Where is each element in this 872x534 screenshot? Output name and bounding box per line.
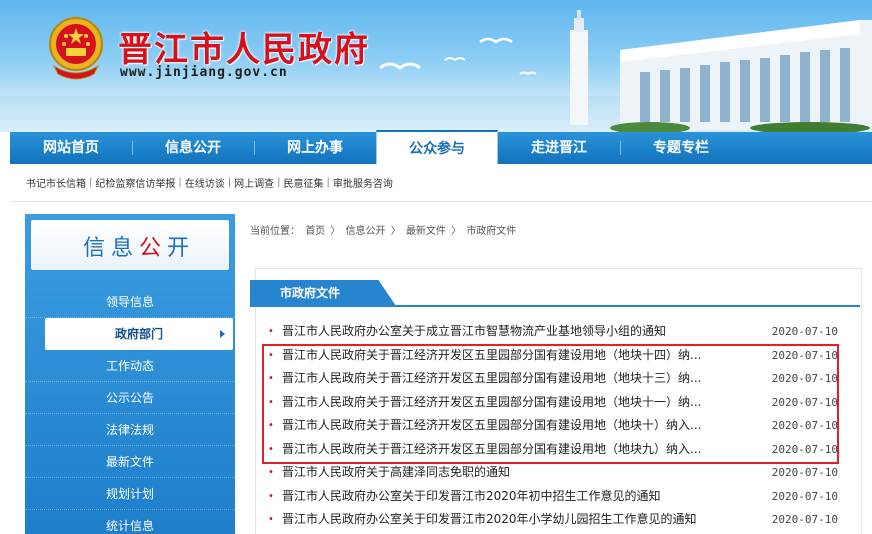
list-item[interactable]: • 晋江市人民政府关于高建泽同志免职的通知 2020-07-10 [268,461,838,485]
nav-info-disclosure[interactable]: 信息公开 [132,132,254,164]
bullet-icon: • [268,514,274,525]
document-date: 2020-07-10 [771,466,838,479]
list-item[interactable]: • 晋江市人民政府关于晋江经济开发区五里园部分国有建设用地（地块九）纳入... 20… [268,438,838,462]
list-item[interactable]: • 晋江市人民政府办公室关于成立晋江市智慧物流产业基地领导小组的通知 2020-07… [268,320,838,344]
nav-home[interactable]: 网站首页 [10,132,132,164]
sidebar-heading-part1: 信息 [83,236,140,261]
document-date: 2020-07-10 [771,325,838,338]
bullet-icon: • [268,443,274,455]
breadcrumb-latest[interactable]: 最新文件 [406,226,446,237]
national-emblem-icon [49,17,103,80]
arrow-right-icon [220,330,225,338]
list-item[interactable]: • 晋江市人民政府办公室关于印发晋江市2020年初中招生工作意见的通知 2020-0… [268,485,838,509]
breadcrumb-separator: 〉 [390,226,401,237]
sublink-mayor-mailbox[interactable]: 书记市长信箱 [26,175,86,190]
document-title[interactable]: 晋江市人民政府办公室关于印发晋江市2020年初中招生工作意见的通知 [282,485,764,509]
sidebar-heading-part2: 公 [139,236,168,261]
sublink-online-survey[interactable]: 网上调查 [234,175,274,190]
breadcrumb-separator: 〉 [330,226,341,237]
document-title[interactable]: 晋江市人民政府关于晋江经济开发区五里园部分国有建设用地（地块十三）纳... [282,367,764,391]
document-date: 2020-07-10 [771,442,838,456]
bullet-icon: • [268,396,274,408]
breadcrumb-prefix: 当前位置： [250,226,300,237]
sidebar-item-leaders[interactable]: 领导信息 [25,286,235,318]
breadcrumb-info[interactable]: 信息公开 [346,226,386,237]
sidebar-heading-box: 信息公开 [31,220,229,270]
breadcrumb-home[interactable]: 首页 [305,226,325,237]
main-nav: 网站首页 信息公开 网上办事 公众参与 走进晋江 专题专栏 [10,130,872,164]
sublink-online-interview[interactable]: 在线访谈 [185,175,225,190]
document-date: 2020-07-10 [771,489,838,503]
document-title[interactable]: 晋江市人民政府关于晋江经济开发区五里园部分国有建设用地（地块十）纳入... [282,414,764,438]
bullet-icon: • [268,373,274,384]
sublink-discipline-report[interactable]: 纪检监察信访举报 [95,175,175,190]
sidebar-item-statistics[interactable]: 统计信息 [25,510,235,534]
sidebar-item-latest-docs[interactable]: 最新文件 [25,446,235,478]
list-item[interactable]: • 晋江市人民政府关于晋江经济开发区五里园部分国有建设用地（地块十）纳入... 20… [268,414,838,438]
document-list: • 晋江市人民政府办公室关于成立晋江市智慧物流产业基地领导小组的通知 2020-07… [268,320,838,532]
section-divider [250,305,860,307]
document-date: 2020-07-10 [771,395,838,409]
site-title: 晋江市人民政府 [118,30,370,70]
bullet-icon: • [268,490,274,502]
document-title[interactable]: 晋江市人民政府关于晋江经济开发区五里园部分国有建设用地（地块十一）纳... [282,391,764,415]
bullet-icon: • [268,467,274,478]
document-title[interactable]: 晋江市人民政府关于高建泽同志免职的通知 [282,461,764,485]
list-item[interactable]: • 晋江市人民政府关于晋江经济开发区五里园部分国有建设用地（地块十一）纳... 20… [268,391,838,415]
sidebar-heading-part3: 开 [167,236,196,261]
sidebar-item-departments[interactable]: 政府部门 [45,318,233,350]
document-title[interactable]: 晋江市人民政府办公室关于印发晋江市2020年小学幼儿园招生工作意见的通知 [282,508,764,532]
sublink-approval-consult[interactable]: 审批服务咨询 [333,175,393,190]
nav-special-topics[interactable]: 专题专栏 [620,132,742,164]
document-date: 2020-07-10 [771,419,838,432]
document-title[interactable]: 晋江市人民政府关于晋江经济开发区五里园部分国有建设用地（地块九）纳入... [282,438,764,462]
document-date: 2020-07-10 [771,372,838,385]
document-title[interactable]: 晋江市人民政府办公室关于成立晋江市智慧物流产业基地领导小组的通知 [282,320,764,344]
sidebar-menu: 领导信息 政府部门 工作动态 公示公告 法律法规 最新文件 规划计划 统计信息 [25,286,235,534]
document-date: 2020-07-10 [771,348,838,362]
bullet-icon: • [268,326,274,337]
sidebar-item-work-updates[interactable]: 工作动态 [25,350,235,382]
nav-public-participation[interactable]: 公众参与 [376,130,498,164]
sublink-separator: | [326,177,330,188]
sub-links-bar: 书记市长信箱 | 纪检监察信访举报 | 在线访谈 | 网上调查 | 民意征集 |… [10,164,872,202]
nav-online-services[interactable]: 网上办事 [254,132,376,164]
document-date: 2020-07-10 [771,513,838,526]
city-hall-building-icon [570,10,872,132]
sublink-public-opinion[interactable]: 民意征集 [284,175,324,190]
sidebar-item-plans[interactable]: 规划计划 [25,478,235,510]
breadcrumb: 当前位置： 首页 〉 信息公开 〉 最新文件 〉 市政府文件 [250,222,860,238]
sidebar-item-label: 政府部门 [114,327,163,341]
seagulls-icon [379,37,537,76]
list-item[interactable]: • 晋江市人民政府关于晋江经济开发区五里园部分国有建设用地（地块十三）纳... 20… [268,367,838,391]
sidebar-heading: 信息公开 [83,230,195,262]
breadcrumb-separator: 〉 [451,226,462,237]
section-title: 市政府文件 [250,280,396,306]
site-url: www.jinjiang.gov.cn [120,65,288,80]
list-item[interactable]: • 晋江市人民政府关于晋江经济开发区五里园部分国有建设用地（地块十四）纳... 20… [268,344,838,368]
header-banner: 晋江市人民政府 www.jinjiang.gov.cn [0,0,872,132]
sidebar-item-announcements[interactable]: 公示公告 [25,382,235,414]
sublink-separator: | [178,177,182,188]
sidebar-item-laws[interactable]: 法律法规 [25,414,235,446]
breadcrumb-current[interactable]: 市政府文件 [466,226,516,237]
bullet-icon: • [268,349,274,361]
sublink-separator: | [227,177,232,188]
sublink-separator: | [277,177,281,188]
nav-about-jinjiang[interactable]: 走进晋江 [498,132,620,164]
bullet-icon: • [268,420,274,431]
document-title[interactable]: 晋江市人民政府关于晋江经济开发区五里园部分国有建设用地（地块十四）纳... [282,344,764,368]
sublink-separator: | [89,177,93,188]
sidebar: 信息公开 领导信息 政府部门 工作动态 公示公告 法律法规 最新文件 规划计划 … [25,214,235,534]
list-item[interactable]: • 晋江市人民政府办公室关于印发晋江市2020年小学幼儿园招生工作意见的通知 202… [268,508,838,532]
